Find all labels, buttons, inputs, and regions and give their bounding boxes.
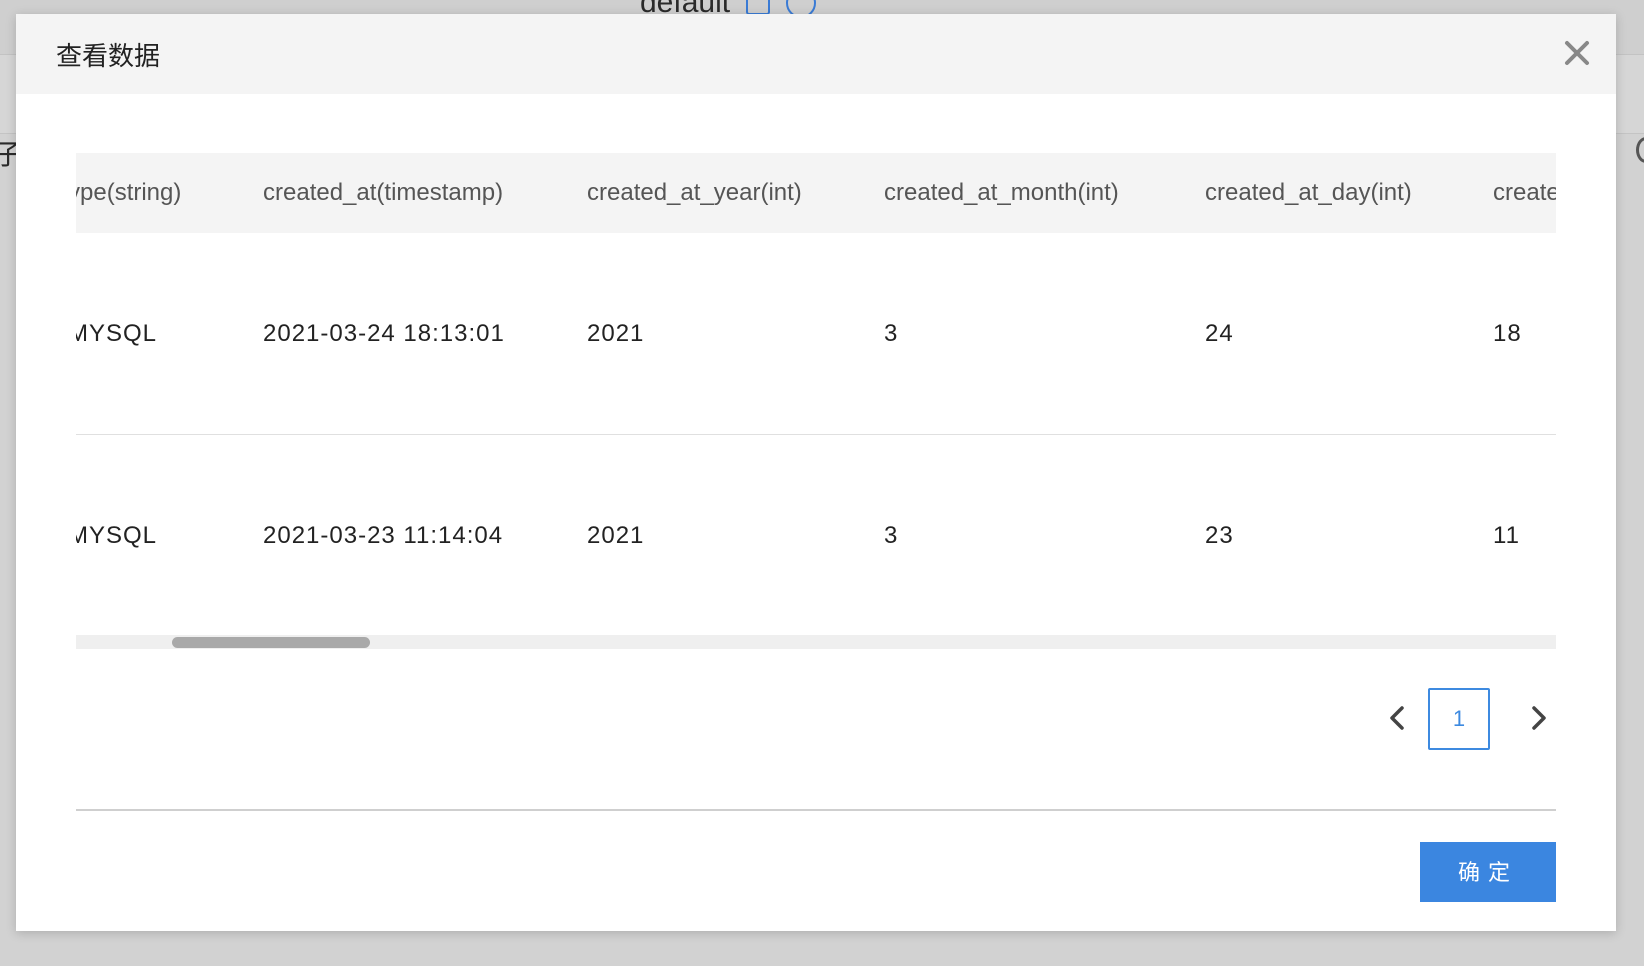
column-header[interactable]: create (1493, 153, 1556, 233)
footer-divider (76, 809, 1556, 811)
table-cell: 2021 (587, 522, 645, 549)
table-cell: MYSQL (76, 522, 158, 549)
dialog-title: 查看数据 (56, 41, 161, 71)
view-data-dialog: 查看数据 ype(string) created_at(timestamp) c… (16, 14, 1616, 931)
table-row: MYSQL 2021-03-24 18:13:01 2021 3 24 18 (76, 233, 1556, 435)
column-header[interactable]: created_at_day(int) (1205, 153, 1412, 233)
pagination-page-current[interactable]: 1 (1428, 688, 1490, 750)
table-header: ype(string) created_at(timestamp) create… (76, 153, 1556, 233)
background-right-icon (1636, 137, 1644, 163)
table-cell: 2021 (587, 320, 645, 347)
chevron-right-icon[interactable] (1524, 700, 1554, 736)
confirm-button[interactable]: 确定 (1420, 842, 1556, 902)
table-cell: 11 (1493, 522, 1520, 549)
table-cell: 2021-03-23 11:14:04 (263, 522, 504, 549)
edit-icon (746, 0, 771, 15)
table-cell: 24 (1205, 320, 1234, 347)
table-cell: 3 (884, 320, 899, 347)
column-header[interactable]: created_at(timestamp) (263, 153, 503, 233)
chevron-left-icon[interactable] (1382, 700, 1412, 736)
table-cell: 3 (884, 522, 899, 549)
table-cell: 23 (1205, 522, 1234, 549)
column-header[interactable]: created_at_year(int) (587, 153, 802, 233)
table-cell: MYSQL (76, 320, 158, 347)
horizontal-scrollbar[interactable] (76, 635, 1556, 649)
scrollbar-thumb[interactable] (172, 637, 370, 648)
dialog-header: 查看数据 (16, 14, 1616, 94)
column-header[interactable]: created_at_month(int) (884, 153, 1119, 233)
table-cell: 2021-03-24 18:13:01 (263, 320, 505, 347)
column-header[interactable]: ype(string) (76, 153, 181, 233)
table-cell: 18 (1493, 320, 1522, 347)
table-row: MYSQL 2021-03-23 11:14:04 2021 3 23 11 (76, 435, 1556, 636)
data-table: ype(string) created_at(timestamp) create… (76, 153, 1556, 648)
close-icon[interactable] (1560, 36, 1594, 70)
